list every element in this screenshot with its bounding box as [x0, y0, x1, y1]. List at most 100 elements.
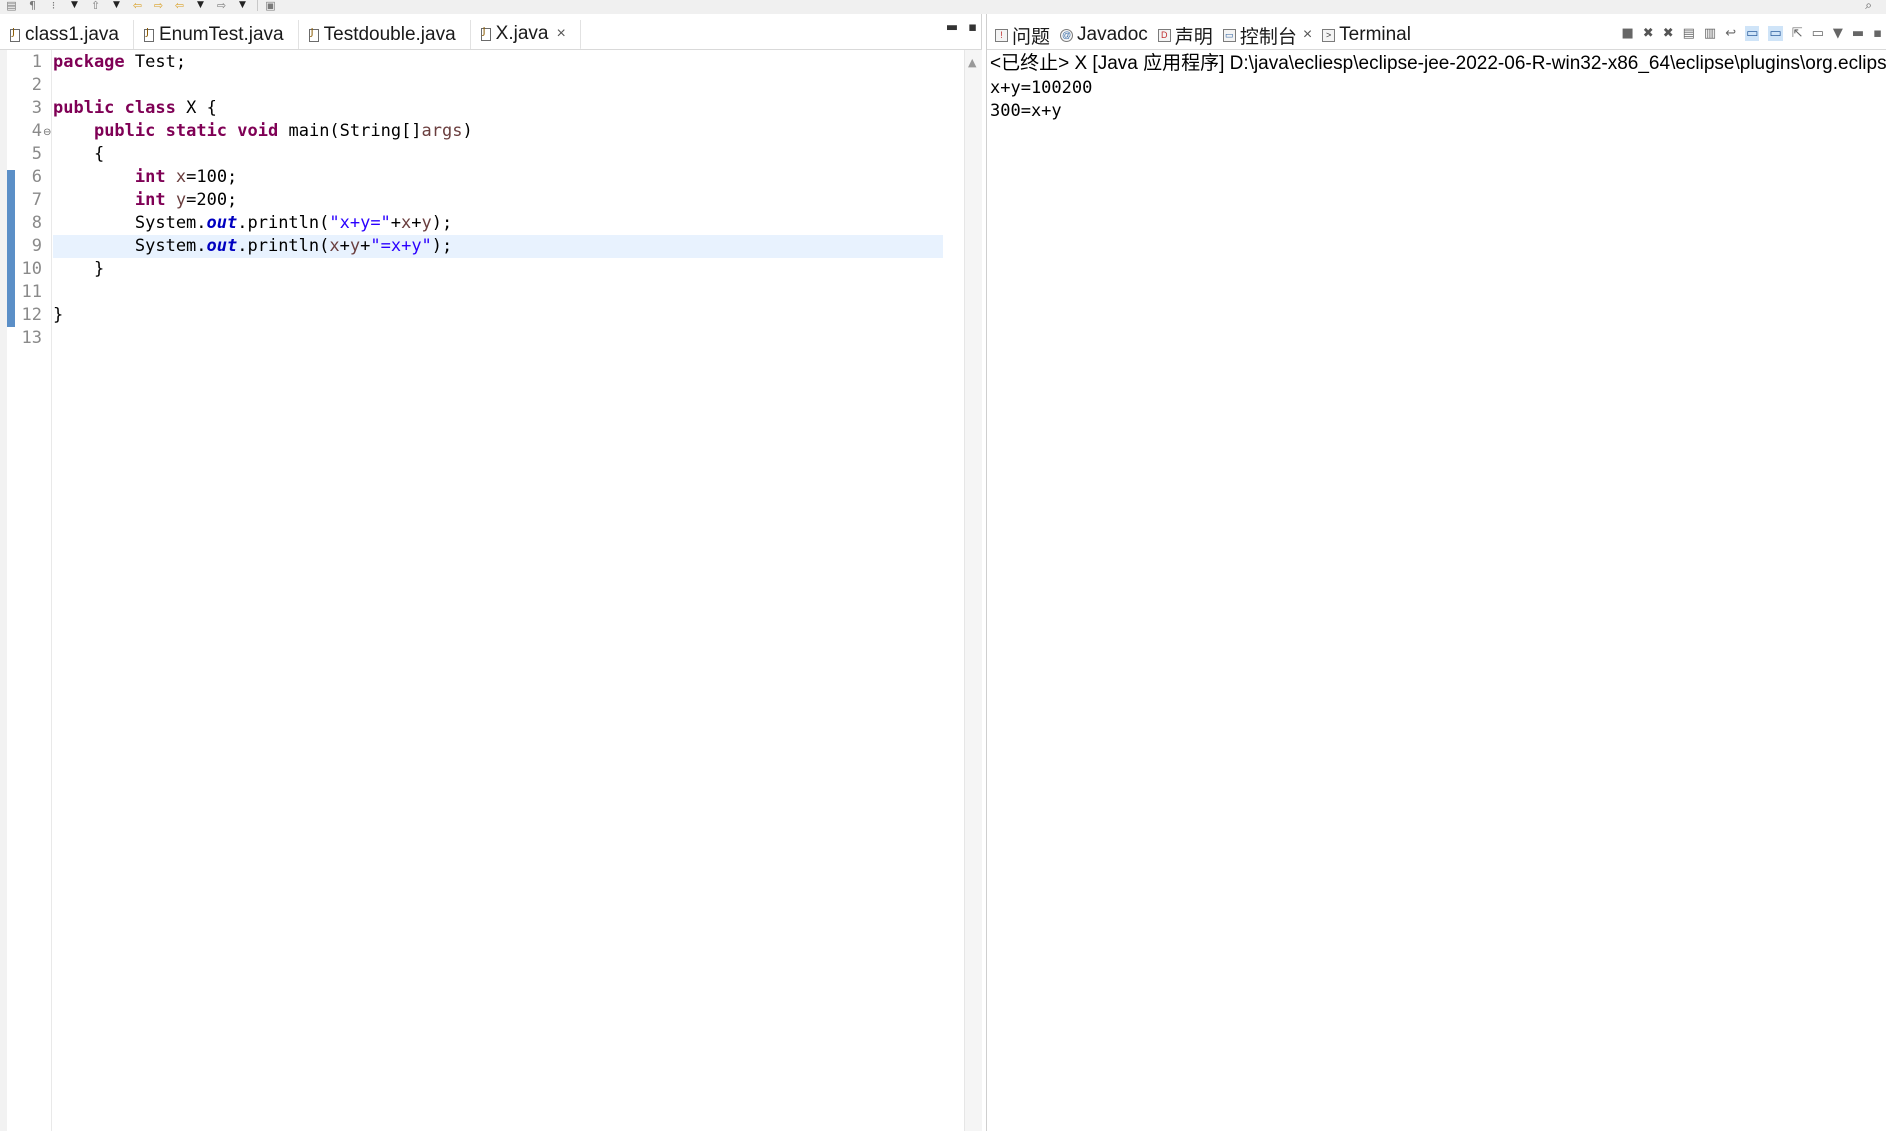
line-number: 1: [31, 52, 42, 72]
tab-label: class1.java: [25, 24, 119, 45]
overview-ruler: [0, 50, 7, 1131]
quick-diff-change-bar: [7, 170, 15, 327]
code-line: System.out.println(x+y+"=x+y");: [53, 235, 943, 258]
line-number: 3: [31, 98, 42, 118]
code-editor[interactable]: 1 2 3 4 ⊖ 5 6 7 8 9 10 11 12 13 package …: [0, 50, 982, 1131]
remove-launch-icon[interactable]: ✖: [1643, 26, 1654, 41]
declaration-icon: D: [1157, 28, 1171, 42]
line-number: 2: [31, 75, 42, 95]
terminal-icon: >: [1322, 28, 1336, 42]
java-file-icon: [144, 27, 154, 42]
code-line: int x=100;: [134, 167, 238, 187]
forward-icon[interactable]: ⇨: [214, 0, 229, 11]
console-output[interactable]: x+y=100200 300=x+y: [990, 77, 1886, 123]
open-perspective-icon[interactable]: ▣: [263, 0, 278, 11]
tab-label: Terminal: [1339, 24, 1411, 45]
code-line: int y=200;: [134, 190, 238, 210]
minimize-icon[interactable]: ▬: [1852, 26, 1864, 41]
code-line: }: [53, 305, 64, 325]
prev-edit-icon[interactable]: ⇦: [172, 0, 187, 11]
up-icon[interactable]: ⇧: [88, 0, 103, 11]
clear-console-icon[interactable]: ▤: [1683, 26, 1695, 41]
tab-terminal[interactable]: > Terminal: [1318, 20, 1417, 50]
minimize-icon[interactable]: ▬: [946, 20, 958, 35]
javadoc-icon: @: [1060, 28, 1074, 42]
dropdown-icon[interactable]: ▼: [193, 0, 208, 11]
tab-javadoc[interactable]: @ Javadoc: [1056, 20, 1154, 50]
tab-testdouble-java[interactable]: Testdouble.java: [299, 20, 471, 50]
remove-all-terminated-icon[interactable]: ✖: [1663, 26, 1674, 41]
forward-arrow-icon[interactable]: ⇨: [151, 0, 166, 11]
tab-enumtest-java[interactable]: EnumTest.java: [134, 20, 299, 50]
pin-console-icon[interactable]: ⇱: [1792, 26, 1803, 41]
java-file-icon: [308, 27, 319, 42]
dropdown-icon[interactable]: ▼: [235, 0, 250, 11]
tab-problems[interactable]: ! 问题: [991, 20, 1056, 50]
paragraph-icon[interactable]: ¶: [25, 0, 40, 11]
line-number: 9: [31, 236, 42, 256]
code-line: public static void main(String[]args): [93, 121, 473, 141]
java-file-icon: [10, 27, 20, 42]
line-number: 6: [31, 167, 42, 187]
close-icon[interactable]: ×: [1303, 26, 1312, 44]
tab-declaration[interactable]: D 声明: [1154, 20, 1219, 50]
scroll-up-icon[interactable]: ▲: [968, 56, 976, 69]
code-line: System.out.println("x+y="+x+y);: [53, 213, 453, 233]
line-number: 12: [21, 305, 42, 325]
tab-label: 声明: [1174, 26, 1213, 48]
search-icon[interactable]: ⌕: [1865, 0, 1872, 11]
code-line: public class X {: [53, 98, 217, 118]
line-number: 10: [21, 259, 42, 279]
fold-collapse-icon[interactable]: ⊖: [43, 127, 51, 138]
maximize-icon[interactable]: ▪: [968, 20, 977, 35]
line-number-gutter: 1 2 3 4 ⊖ 5 6 7 8 9 10 11 12 13: [15, 50, 52, 1131]
tab-label: Javadoc: [1077, 24, 1148, 45]
line-number: 7: [31, 190, 42, 210]
console-output-line: 300=x+y: [990, 101, 1062, 121]
console-view: ! 问题 @ Javadoc D 声明 ▭ 控制台 × > Terminal ■: [986, 14, 1886, 1131]
tab-label: 问题: [1012, 26, 1051, 48]
editor-window-controls: ▬ ▪: [946, 20, 977, 35]
line-number: 4: [31, 121, 42, 141]
dropdown-icon[interactable]: ▼: [109, 0, 124, 11]
java-file-icon: [480, 26, 491, 41]
toolbar-separator: [257, 0, 258, 11]
console-process-header: <已终止> X [Java 应用程序] D:\java\ecliesp\ecli…: [990, 53, 1886, 74]
maximize-icon[interactable]: ▪: [1873, 26, 1882, 41]
code-line: }: [53, 259, 105, 279]
file-icon[interactable]: ▤: [4, 0, 19, 11]
scroll-lock-icon[interactable]: ▥: [1704, 26, 1716, 41]
editor-vertical-scrollbar[interactable]: ▲: [964, 50, 982, 1131]
show-on-stderr-icon[interactable]: ▭: [1768, 26, 1783, 41]
tab-x-java[interactable]: X.java ×: [470, 20, 581, 50]
console-icon: ▭: [1222, 28, 1236, 42]
show-on-stdout-icon[interactable]: ▭: [1745, 26, 1760, 41]
dropdown-icon[interactable]: ▼: [67, 0, 82, 11]
console-toolbar: ■ ✖ ✖ ▤ ▥ ↩ ▭ ▭ ⇱ ▭ ▼ ▬ ▪: [1621, 26, 1882, 41]
line-number: 5: [31, 144, 42, 164]
editor-tab-bar: class1.java EnumTest.java Testdouble.jav…: [0, 20, 982, 50]
console-output-line: x+y=100200: [990, 78, 1093, 98]
display-selected-console-icon[interactable]: ▭: [1812, 26, 1824, 41]
tab-label: X.java: [495, 23, 549, 44]
tab-label: EnumTest.java: [159, 24, 284, 45]
tab-console[interactable]: ▭ 控制台 ×: [1219, 20, 1318, 50]
line-number: 13: [21, 328, 42, 348]
terminate-icon[interactable]: ■: [1621, 26, 1633, 41]
eclipse-workbench: ▤ ¶ ⁝ ▼ ⇧ ▼ ⇦ ⇨ ⇦ ▼ ⇨ ▼ ▣ ⌕ class1.java …: [0, 0, 1886, 1131]
code-text-area[interactable]: package Test; public class X { public st…: [53, 50, 943, 1131]
editor-pane: class1.java EnumTest.java Testdouble.jav…: [0, 14, 982, 1131]
word-wrap-icon[interactable]: ↩: [1725, 26, 1736, 41]
line-number: 11: [21, 282, 42, 302]
problems-icon: !: [995, 28, 1008, 42]
code-line: package Test;: [53, 52, 187, 72]
pin-icon[interactable]: ⁝: [46, 0, 61, 11]
close-icon[interactable]: ×: [556, 25, 565, 43]
tab-label: Testdouble.java: [323, 24, 456, 45]
dropdown-icon[interactable]: ▼: [1833, 26, 1843, 41]
back-arrow-icon[interactable]: ⇦: [130, 0, 145, 11]
tab-class1-java[interactable]: class1.java: [0, 20, 134, 50]
